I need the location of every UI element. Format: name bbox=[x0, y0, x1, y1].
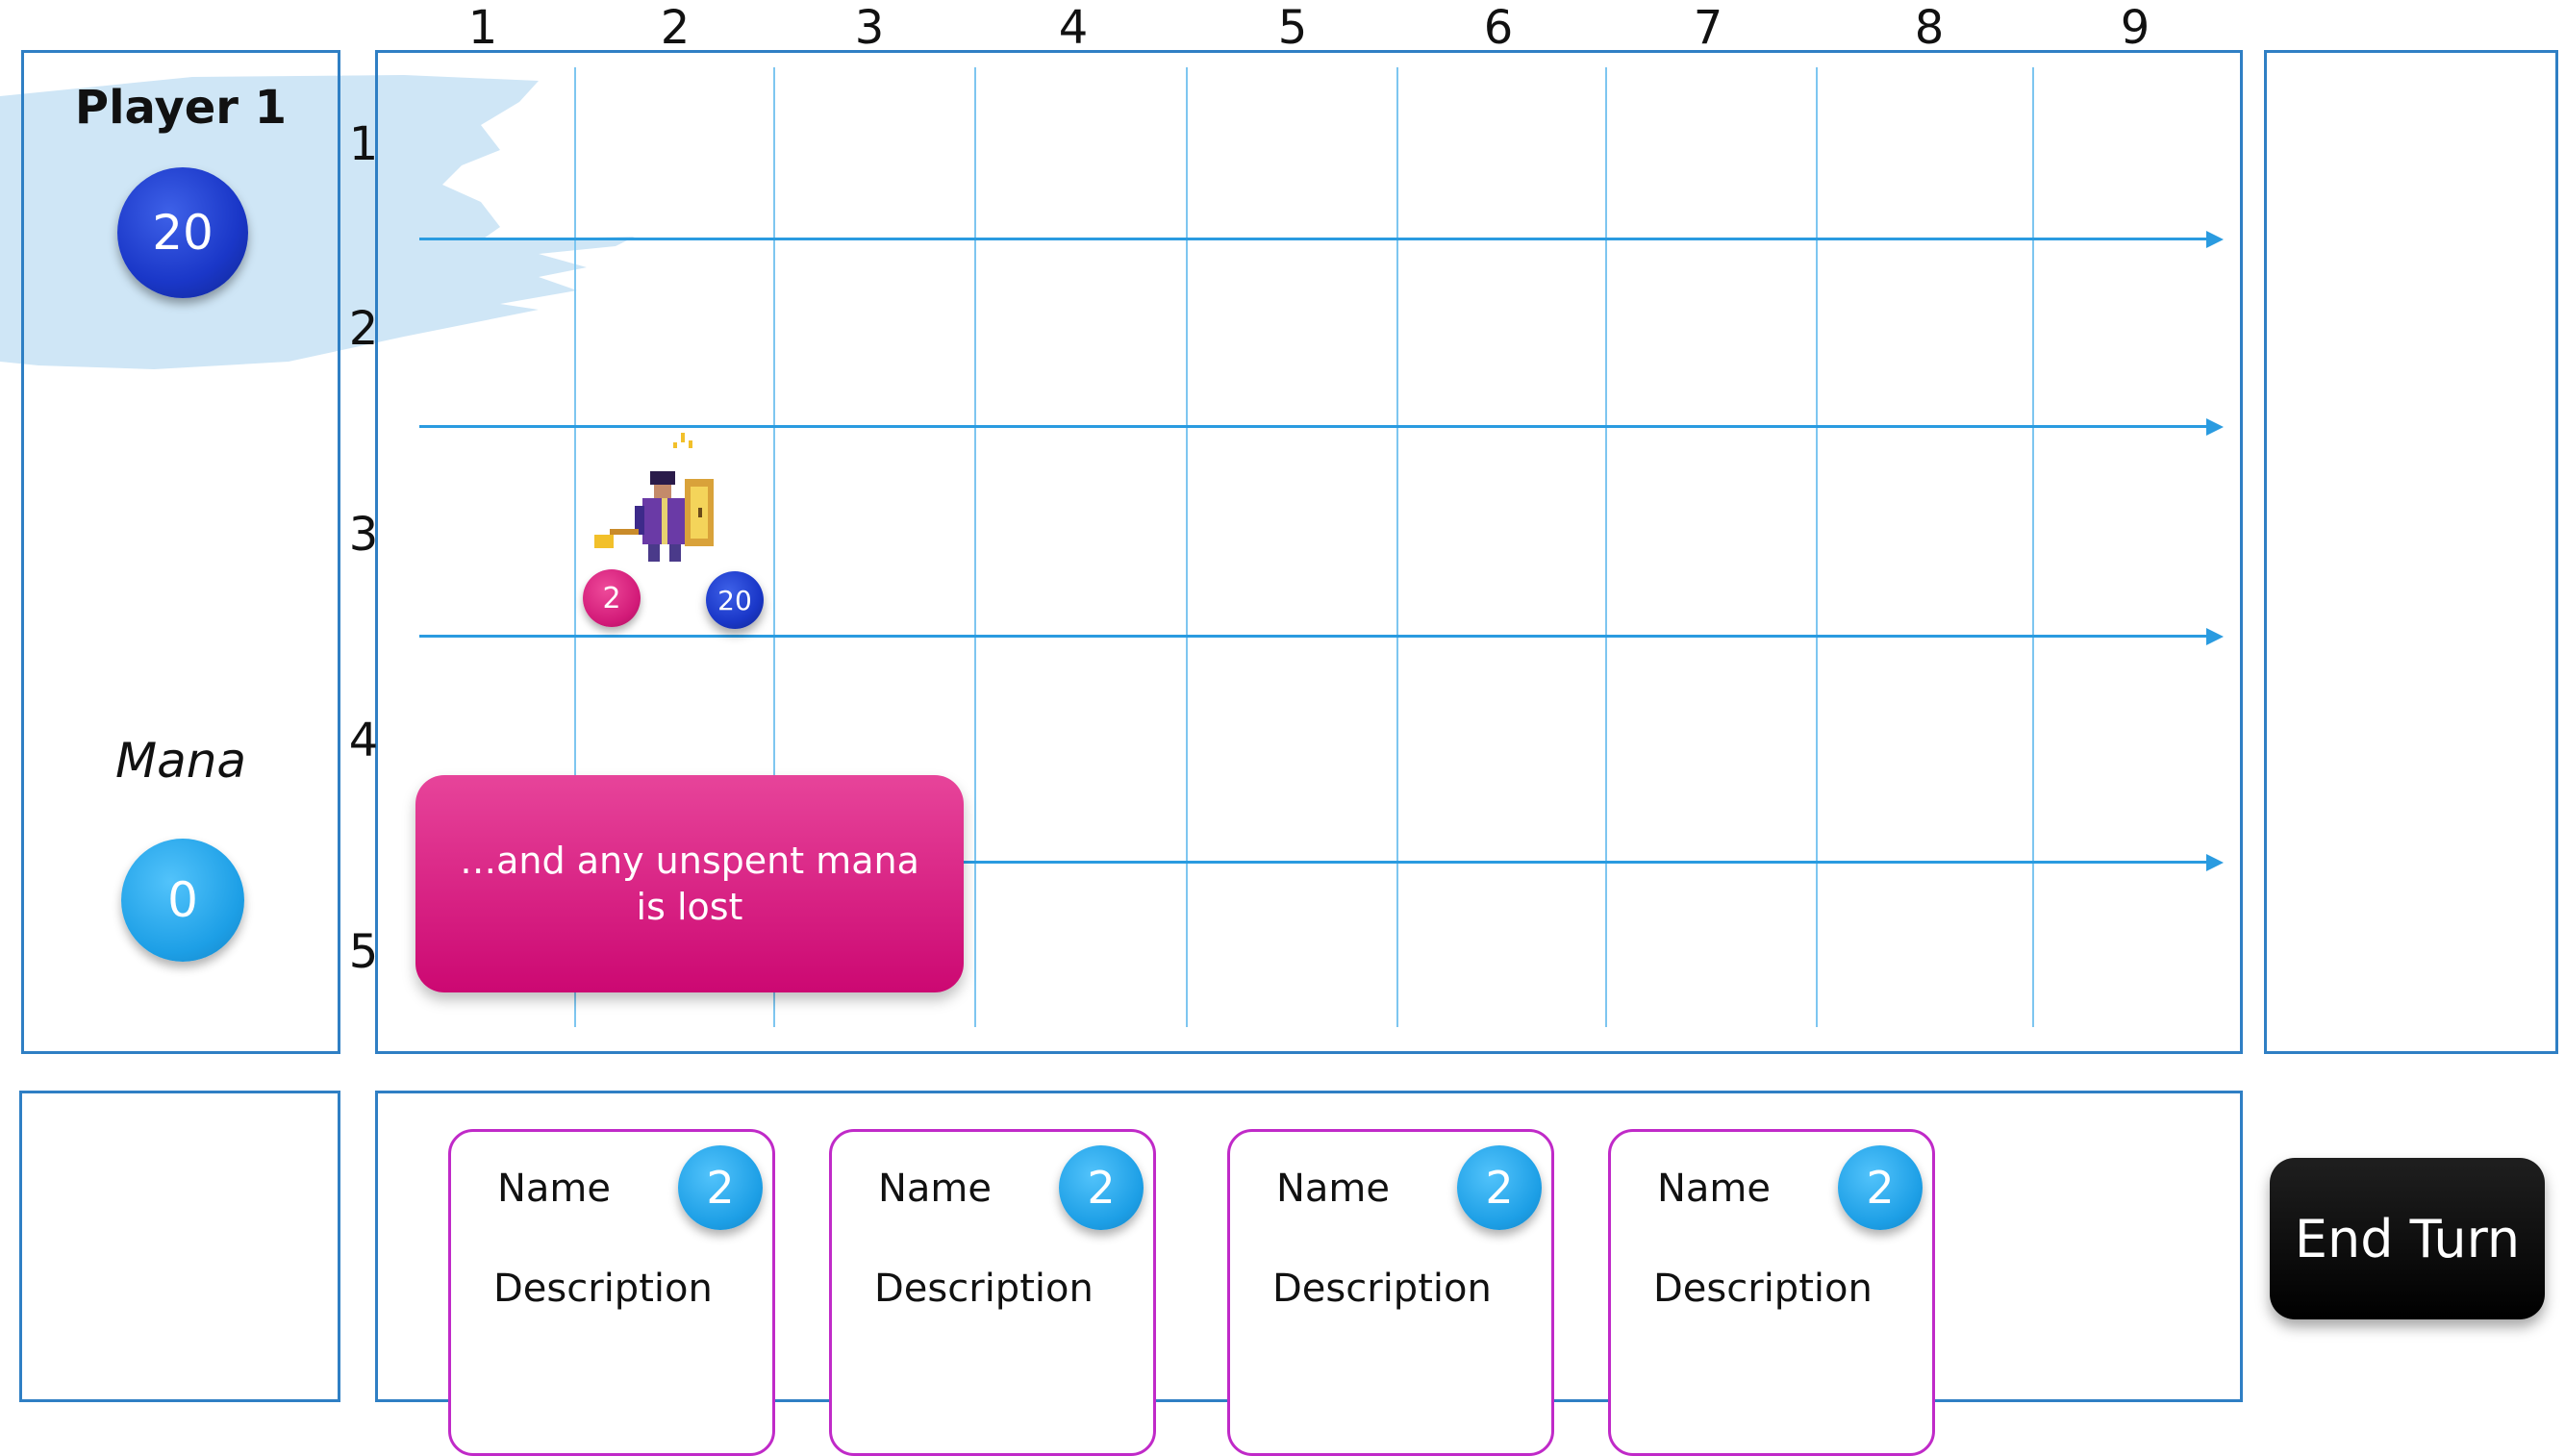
column-number: 3 bbox=[854, 1, 885, 55]
lane-arrow-line bbox=[419, 425, 2208, 428]
row-number: 1 bbox=[348, 117, 379, 171]
opponent-panel bbox=[2264, 50, 2558, 1054]
tutorial-tooltip: …and any unspent mana is lost bbox=[415, 775, 964, 992]
lane-arrowhead bbox=[2206, 628, 2224, 645]
card-name: Name bbox=[1657, 1167, 1772, 1211]
row-number: 5 bbox=[348, 925, 379, 979]
card-cost-orb: 2 bbox=[678, 1145, 763, 1230]
unit-attack-orb: 2 bbox=[583, 569, 641, 627]
grid-line bbox=[1396, 67, 1398, 1027]
unit-health-orb: 20 bbox=[706, 571, 764, 629]
grid-line bbox=[1186, 67, 1188, 1027]
lane-arrowhead bbox=[2206, 854, 2224, 871]
hand-card[interactable]: Name 2 Description bbox=[1608, 1129, 1935, 1456]
card-description: Description bbox=[874, 1267, 1094, 1311]
lane-arrowhead bbox=[2206, 231, 2224, 248]
row-number: 4 bbox=[348, 714, 379, 767]
grid-line bbox=[974, 67, 976, 1027]
hand-card[interactable]: Name 2 Description bbox=[448, 1129, 775, 1456]
end-turn-button[interactable]: End Turn bbox=[2270, 1158, 2545, 1319]
lane-arrow-line bbox=[419, 635, 2208, 638]
card-description: Description bbox=[1653, 1267, 1873, 1311]
card-name: Name bbox=[878, 1167, 993, 1211]
player-health-orb: 20 bbox=[117, 167, 248, 298]
grid-line bbox=[2032, 67, 2034, 1027]
card-description: Description bbox=[493, 1267, 713, 1311]
player-mana-orb: 0 bbox=[121, 839, 244, 962]
row-number: 3 bbox=[348, 508, 379, 562]
row-number: 2 bbox=[348, 302, 379, 356]
grid-line bbox=[1605, 67, 1607, 1027]
card-cost-orb: 2 bbox=[1457, 1145, 1542, 1230]
mana-label: Mana bbox=[114, 733, 247, 789]
hand-card[interactable]: Name 2 Description bbox=[1227, 1129, 1554, 1456]
column-number: 9 bbox=[2120, 1, 2150, 55]
column-number: 6 bbox=[1483, 1, 1514, 55]
grid-line bbox=[1816, 67, 1818, 1027]
lane-arrow-line bbox=[419, 238, 2208, 240]
column-number: 7 bbox=[1693, 1, 1723, 55]
deck-panel bbox=[19, 1091, 340, 1402]
hand-card[interactable]: Name 2 Description bbox=[829, 1129, 1156, 1456]
player-name: Player 1 bbox=[74, 81, 288, 135]
wizard-sprite-icon[interactable] bbox=[581, 429, 735, 583]
card-cost-orb: 2 bbox=[1838, 1145, 1923, 1230]
column-number: 2 bbox=[660, 1, 691, 55]
card-cost-orb: 2 bbox=[1059, 1145, 1144, 1230]
column-number: 5 bbox=[1277, 1, 1308, 55]
column-number: 1 bbox=[467, 1, 498, 55]
lane-arrowhead bbox=[2206, 418, 2224, 436]
column-number: 8 bbox=[1914, 1, 1945, 55]
card-name: Name bbox=[1276, 1167, 1391, 1211]
card-name: Name bbox=[497, 1167, 612, 1211]
column-number: 4 bbox=[1058, 1, 1089, 55]
card-description: Description bbox=[1272, 1267, 1492, 1311]
